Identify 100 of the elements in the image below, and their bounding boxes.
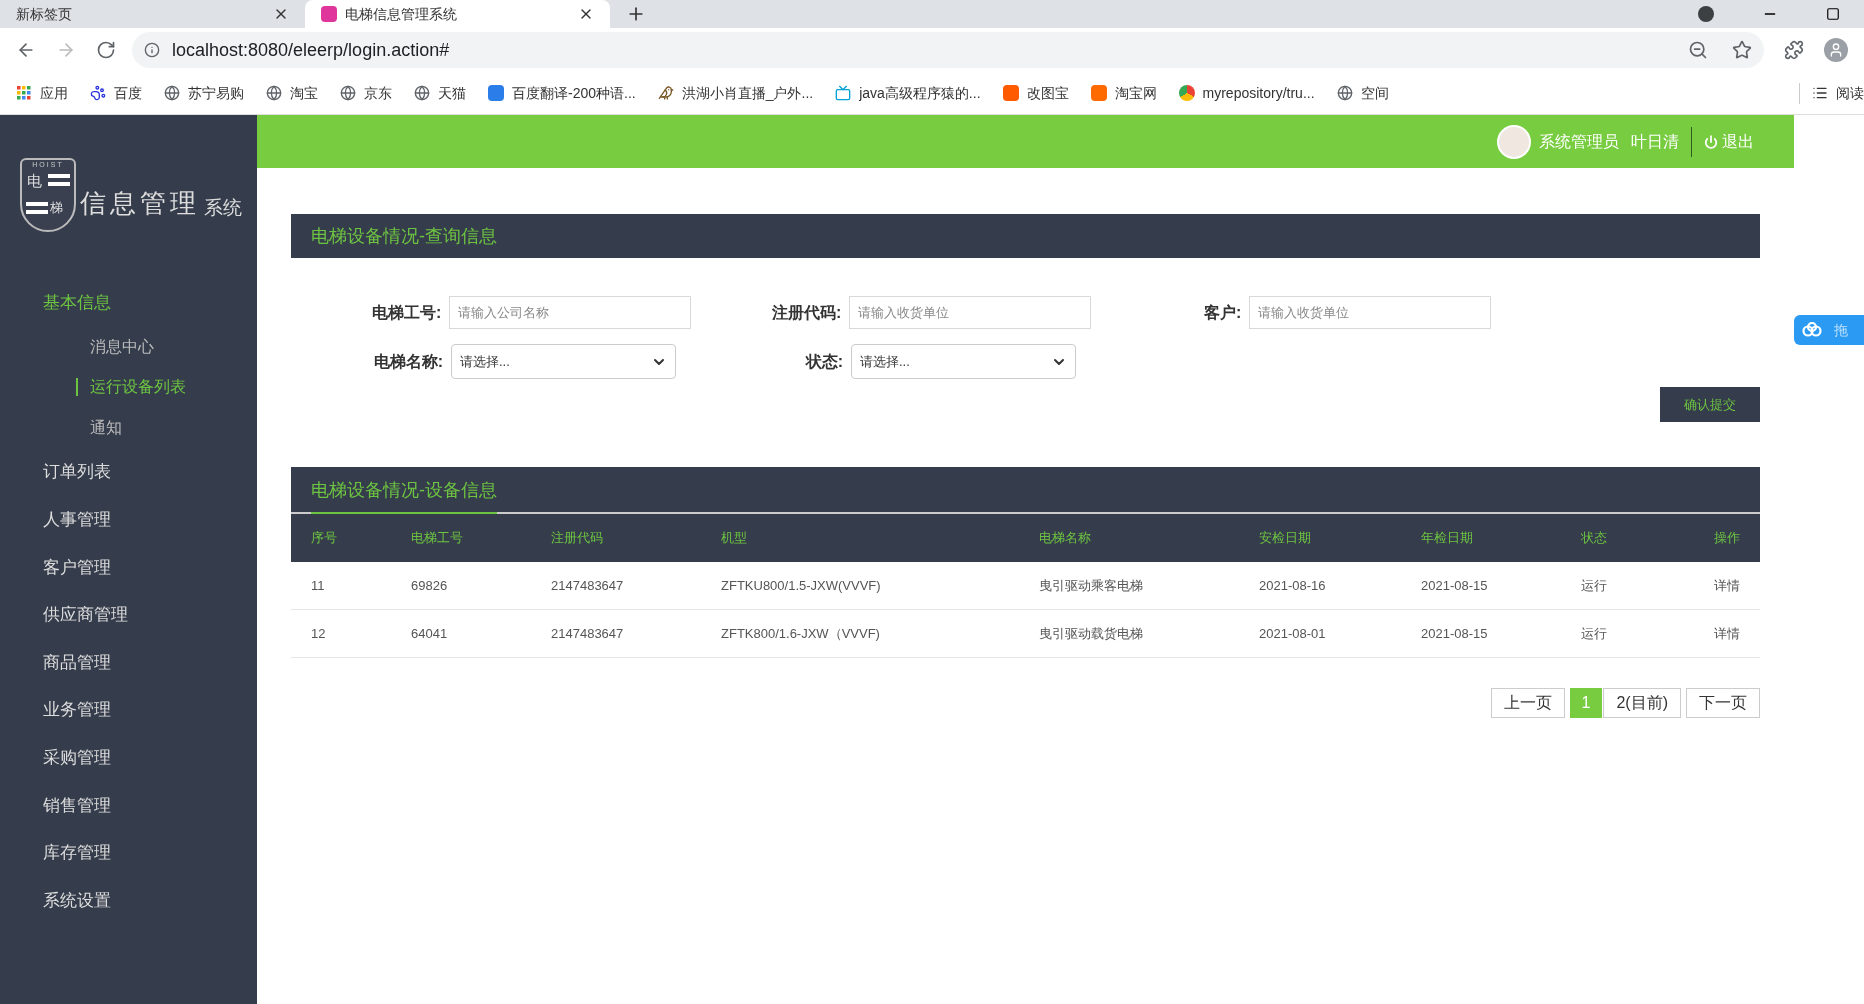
- table-cell-text: 69826: [411, 576, 449, 595]
- globe-icon: [414, 85, 430, 101]
- sidebar-item[interactable]: 商品管理: [0, 638, 257, 687]
- sidebar-item[interactable]: 销售管理: [0, 781, 257, 830]
- page-button[interactable]: 2(目前): [1603, 688, 1681, 718]
- field-label: 注册代码:: [771, 302, 843, 323]
- table-cell-text: 64041: [411, 624, 449, 643]
- table-cell-text: ZFTKU800/1.5-JXW(VVVF): [721, 576, 882, 595]
- restore-icon[interactable]: [1826, 7, 1840, 21]
- field-label: 状态:: [804, 351, 844, 372]
- sidebar-item[interactable]: 采购管理: [0, 733, 257, 782]
- reading-list-icon[interactable]: [1812, 85, 1828, 101]
- table-cell-text: 2147483647: [551, 576, 625, 595]
- column-header: 状态: [1581, 529, 1608, 548]
- reading-list-link[interactable]: 阅读: [1836, 82, 1864, 104]
- prev-page-button[interactable]: 上一页: [1490, 688, 1565, 718]
- panel-title: 电梯设备情况-查询信息: [311, 224, 497, 248]
- next-page-button[interactable]: 下一页: [1686, 688, 1760, 718]
- table-cell-text: 运行: [1581, 576, 1608, 595]
- details-link[interactable]: 详情: [1711, 575, 1760, 596]
- table-cell-text: 曳引驱动载货电梯: [1039, 624, 1144, 643]
- zoom-out-icon[interactable]: [1688, 40, 1708, 60]
- shield-character: 电: [27, 171, 42, 191]
- user-role: 系统管理员: [1539, 131, 1619, 152]
- bookmark-link[interactable]: 洪湖小肖直播_户外...: [657, 82, 814, 104]
- globe-icon: [164, 85, 180, 101]
- column-header: 序号: [311, 529, 338, 548]
- logo-text: 系统: [204, 194, 242, 220]
- details-link[interactable]: 详情: [1711, 623, 1760, 644]
- sidebar-item[interactable]: 基本信息: [0, 279, 257, 327]
- avatar: [1497, 124, 1531, 159]
- input-field[interactable]: 请输入公司名称: [449, 296, 691, 329]
- sidebar-item[interactable]: 人事管理: [0, 495, 257, 544]
- table-cell-text: 2021-08-15: [1421, 576, 1489, 595]
- bookmark-link[interactable]: 百度: [90, 82, 142, 104]
- power-icon: [1704, 134, 1718, 149]
- profile-icon[interactable]: [1824, 38, 1848, 62]
- extensions-icon[interactable]: [1784, 40, 1804, 60]
- column-header: 电梯名称: [1039, 529, 1092, 548]
- sidebar-subitem[interactable]: 通知: [0, 407, 257, 449]
- select-field[interactable]: 请选择...: [851, 344, 1076, 379]
- table-cell-text: 11: [311, 576, 326, 595]
- apps-grid-icon: [16, 85, 32, 101]
- bookmark-star-icon[interactable]: [1732, 40, 1752, 60]
- bookmark-link[interactable]: 京东: [340, 82, 392, 104]
- bookmark-link[interactable]: 空间: [1336, 82, 1389, 104]
- sidebar-subitem[interactable]: 消息中心: [0, 326, 257, 368]
- tv-icon: [835, 85, 852, 101]
- sidebar-subitem[interactable]: 运行设备列表: [0, 367, 257, 408]
- bird-icon: [657, 85, 674, 101]
- address-bar[interactable]: localhost:8080/eleerp/login.action#: [132, 32, 1764, 68]
- select-field[interactable]: 请选择...: [451, 344, 676, 379]
- bookmark-link[interactable]: 应用: [16, 82, 68, 104]
- site-icon: [321, 6, 337, 22]
- input-field[interactable]: 请输入收货单位: [1249, 296, 1491, 329]
- column-header: 机型: [721, 529, 748, 548]
- sidebar-item[interactable]: 供应商管理: [0, 591, 257, 639]
- sidebar-item[interactable]: 库存管理: [0, 829, 257, 877]
- field-label: 客户:: [1203, 302, 1243, 323]
- field-label: 电梯工号:: [371, 302, 443, 323]
- table-cell-text: 2147483647: [551, 624, 625, 643]
- table-cell-text: 12: [311, 624, 327, 643]
- app-tile-icon: [1002, 85, 1019, 101]
- column-header: 电梯工号: [411, 529, 464, 548]
- input-field[interactable]: 请输入收货单位: [849, 296, 1091, 329]
- cloud-icon: [1802, 322, 1822, 338]
- shield-character: 梯: [50, 199, 63, 217]
- bookmark-link[interactable]: myrepository/tru...: [1178, 82, 1315, 104]
- submit-button[interactable]: 确认提交: [1660, 387, 1760, 422]
- table-cell-text: 2021-08-01: [1259, 624, 1327, 643]
- user-name: 叶日清: [1631, 131, 1679, 152]
- bookmark-link[interactable]: 淘宝: [266, 82, 318, 104]
- bookmark-link[interactable]: java高级程序猿的...: [835, 82, 981, 104]
- logo-text: 信息管理: [80, 186, 200, 220]
- column-header: 操作: [1713, 529, 1741, 548]
- sidebar-item[interactable]: 业务管理: [0, 686, 257, 734]
- table-cell-text: 2021-08-15: [1421, 624, 1489, 643]
- sidebar-item[interactable]: 系统设置: [0, 876, 257, 925]
- sidebar-item[interactable]: 订单列表: [0, 448, 257, 496]
- reload-icon[interactable]: [96, 40, 116, 60]
- bookmark-link[interactable]: 改图宝: [1002, 82, 1069, 104]
- paw-icon: [90, 85, 106, 101]
- bookmark-link[interactable]: 淘宝网: [1090, 82, 1157, 104]
- column-header: 注册代码: [551, 529, 604, 548]
- bookmark-link[interactable]: 苏宁易购: [164, 82, 244, 104]
- table-cell-text: 曳引驱动乘客电梯: [1039, 576, 1144, 595]
- table-cell-text: 2021-08-16: [1259, 576, 1327, 595]
- browser-tab[interactable]: 新标签页: [0, 0, 305, 28]
- column-header: 年检日期: [1421, 529, 1474, 548]
- table-cell-text: ZFTK800/1.6-JXW（VVVF): [721, 624, 881, 643]
- bookmark-link[interactable]: 天猫: [414, 82, 466, 104]
- bookmark-link[interactable]: 百度翻译-200种语...: [488, 82, 636, 104]
- circle-logo-icon: [1178, 85, 1195, 101]
- globe-icon: [340, 85, 356, 101]
- globe-icon: [266, 85, 282, 101]
- globe-icon: [1336, 85, 1353, 101]
- table-cell-text: 运行: [1581, 624, 1608, 643]
- browser-tab[interactable]: 电梯信息管理系统: [305, 0, 610, 28]
- sidebar-item[interactable]: 客户管理: [0, 543, 257, 592]
- field-label: 电梯名称:: [372, 351, 444, 372]
